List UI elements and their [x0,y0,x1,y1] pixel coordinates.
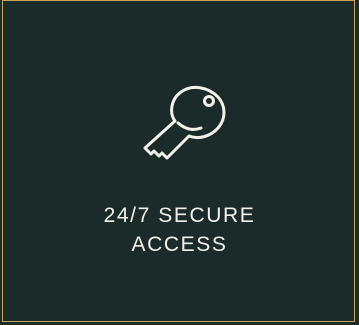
feature-card: 24/7 SECURE ACCESS [2,0,355,322]
key-icon [138,79,230,165]
feature-title-line-2: ACCESS [131,233,228,256]
feature-title-line-1: 24/7 SECURE [103,204,256,227]
feature-title: 24/7 SECURE ACCESS [3,201,356,259]
